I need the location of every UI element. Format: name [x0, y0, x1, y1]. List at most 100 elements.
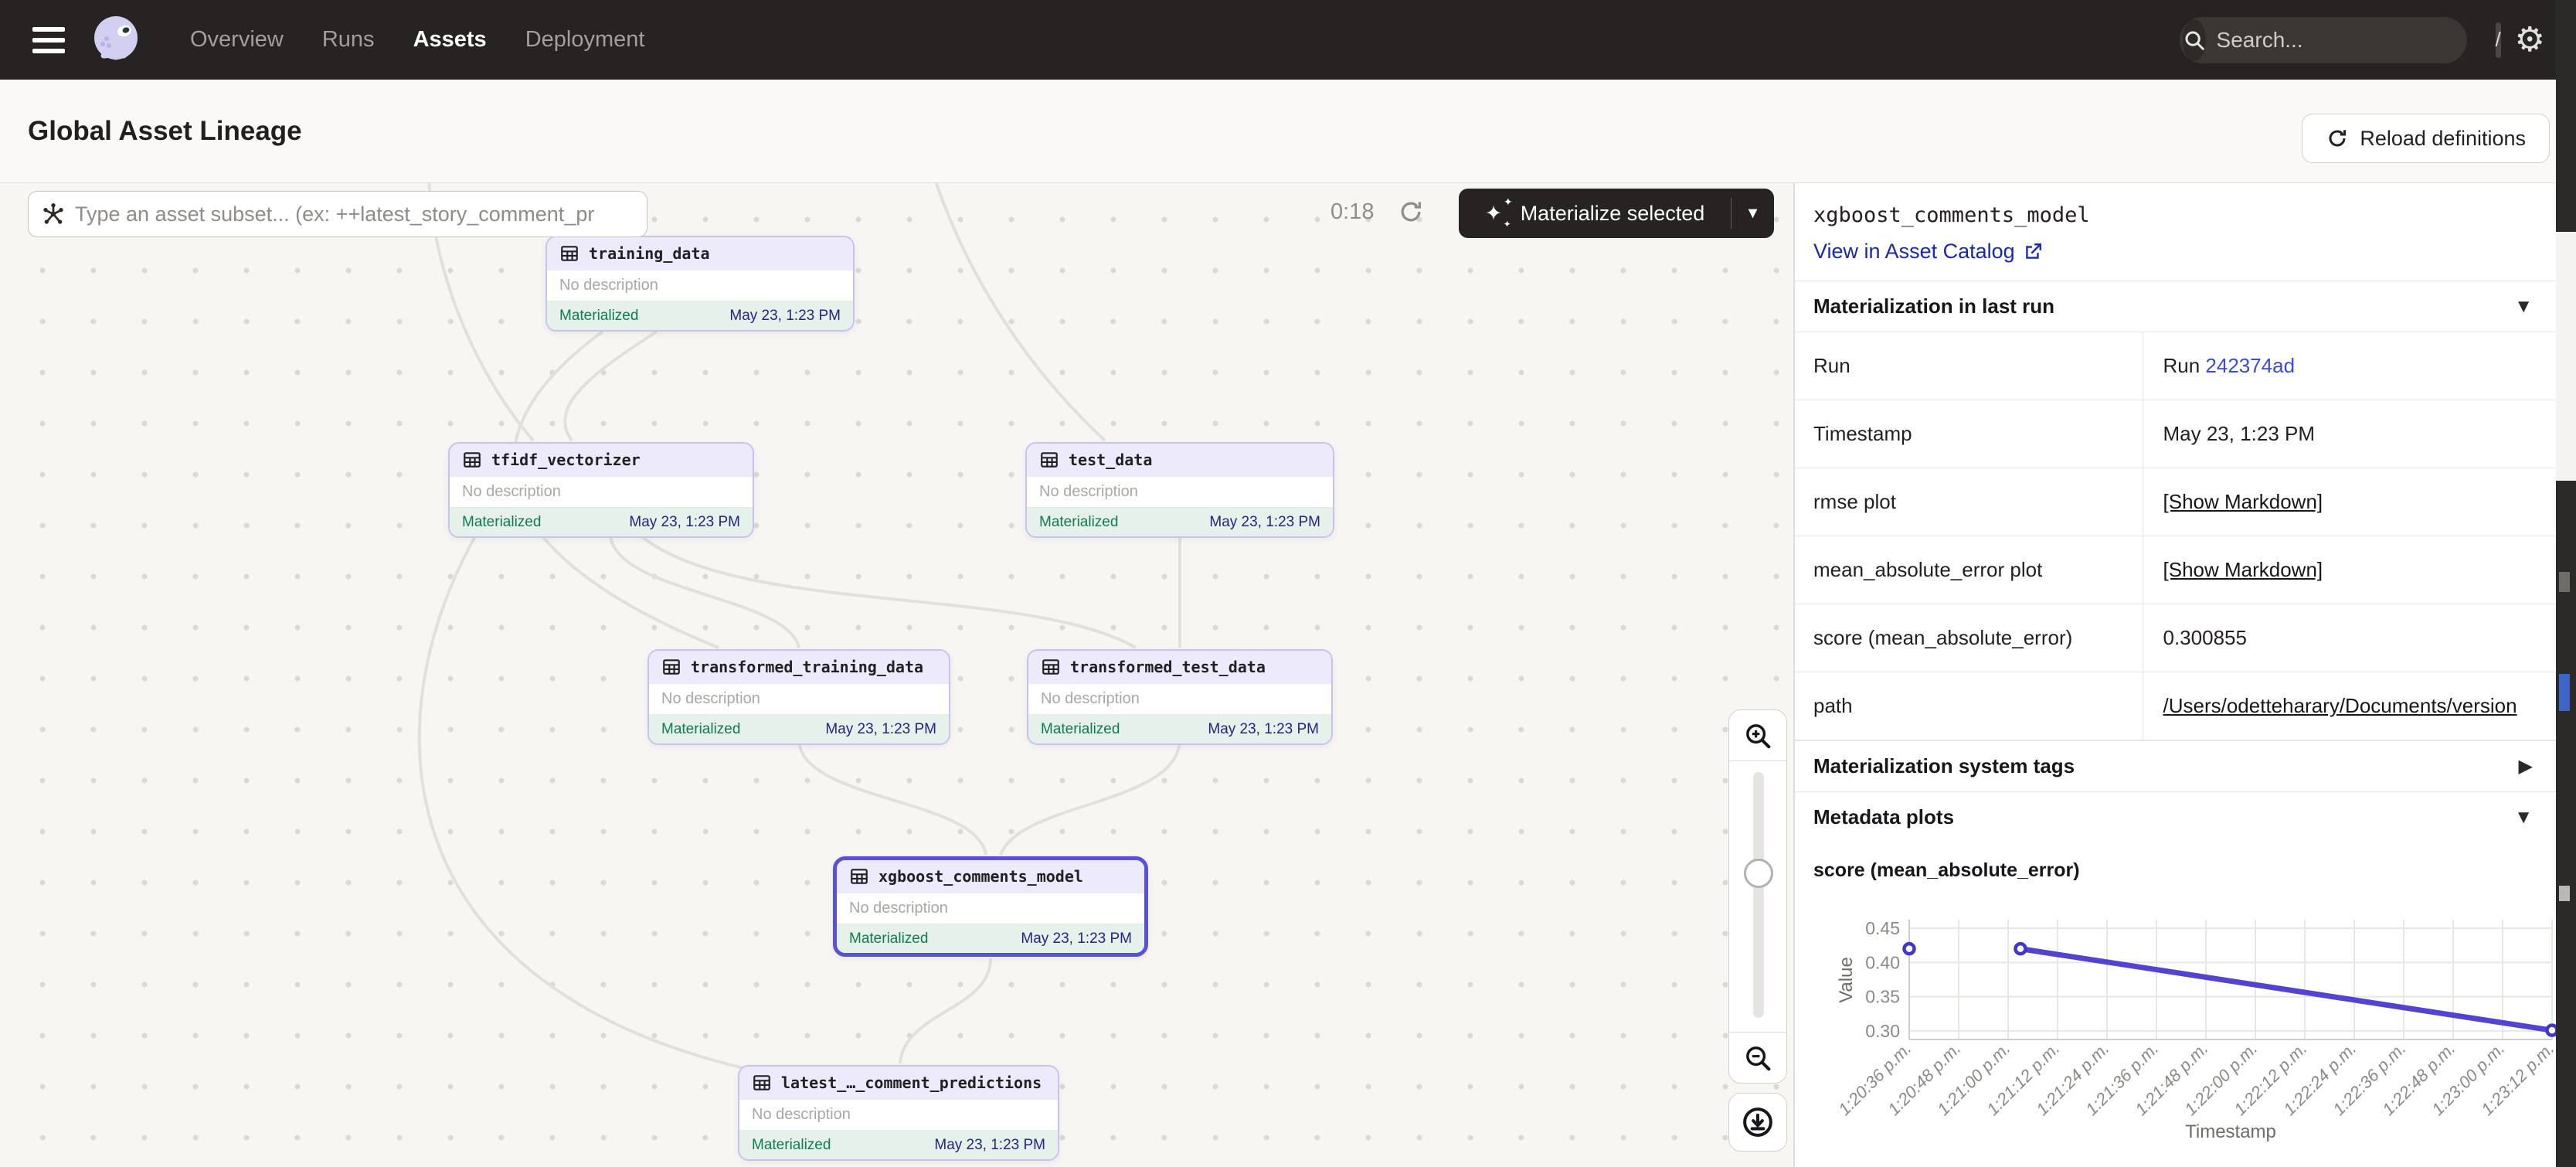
nav-link-assets[interactable]: Assets	[413, 27, 487, 53]
asset-node-timestamp: May 23, 1:23 PM	[1021, 931, 1132, 948]
asset-node-footer: Materialized May 23, 1:23 PM	[450, 507, 753, 536]
download-image-button[interactable]	[1728, 1093, 1787, 1152]
asset-node-description: No description	[649, 683, 949, 714]
asset-node-training-data[interactable]: training_data No description Materialize…	[545, 236, 855, 332]
table-icon	[661, 657, 681, 677]
search-shortcut-badge: /	[2496, 22, 2501, 58]
zoom-out-button[interactable]	[1729, 1032, 1786, 1083]
metadata-value: May 23, 1:23 PM	[2143, 400, 2556, 468]
zoom-slider-handle[interactable]	[1744, 859, 1773, 888]
zoom-controls	[1728, 709, 1787, 1084]
chevron-down-icon: ▼	[2514, 296, 2533, 318]
run-id-link[interactable]: 242374ad	[2205, 354, 2295, 377]
nav-right: / ⚙	[2180, 17, 2576, 63]
asset-node-name: xgboost_comments_model	[878, 867, 1083, 886]
asset-filter-input[interactable]	[75, 202, 634, 226]
materialize-selected-button[interactable]: ✦✦✦ Materialize selected ▼	[1459, 189, 1774, 238]
asset-node-header: training_data	[547, 237, 853, 270]
section-system-tags[interactable]: Materialization system tags ▶	[1795, 740, 2556, 791]
download-icon	[1741, 1105, 1775, 1139]
dagster-logo[interactable]	[90, 12, 145, 68]
zoom-slider-track[interactable]	[1753, 772, 1764, 1018]
asset-node-description: No description	[450, 476, 753, 507]
nav-link-deployment[interactable]: Deployment	[525, 27, 645, 53]
asset-node-name: latest_…_comment_predictions	[781, 1073, 1042, 1092]
svg-text:0.40: 0.40	[1865, 952, 1900, 972]
nav-link-runs[interactable]: Runs	[322, 27, 375, 53]
materialize-selected-main[interactable]: ✦✦✦ Materialize selected	[1459, 200, 1731, 226]
lineage-canvas[interactable]: training_data No description Materialize…	[0, 183, 1794, 1167]
reload-definitions-button[interactable]: Reload definitions	[2302, 114, 2550, 163]
materialize-dropdown-caret[interactable]: ▼	[1731, 198, 1774, 229]
asset-node-header: latest_…_comment_predictions	[739, 1067, 1058, 1099]
search-icon	[2183, 19, 2206, 61]
asset-node-name: transformed_test_data	[1070, 658, 1266, 676]
asset-node-timestamp: May 23, 1:23 PM	[934, 1137, 1045, 1154]
materialize-selected-label: Materialize selected	[1521, 202, 1705, 226]
asset-node-footer: Materialized May 23, 1:23 PM	[1027, 507, 1333, 536]
search-input[interactable]	[2206, 28, 2496, 53]
metadata-link[interactable]: [Show Markdown]	[2163, 490, 2323, 513]
asset-node-header: transformed_training_data	[649, 651, 949, 683]
asset-node-timestamp: May 23, 1:23 PM	[1208, 721, 1319, 738]
asset-node-status: Materialized	[559, 308, 638, 325]
asset-node-transformed-test-data[interactable]: transformed_test_data No description Mat…	[1027, 649, 1333, 745]
asset-node-name: transformed_training_data	[691, 658, 923, 676]
svg-text:Value: Value	[1836, 957, 1857, 1003]
table-icon	[1041, 657, 1061, 677]
table-icon	[462, 450, 482, 470]
metadata-value: 0.300855	[2143, 604, 2556, 672]
metadata-key: Run	[1795, 332, 2143, 400]
zoom-in-button[interactable]	[1729, 710, 1786, 761]
metadata-value: Run 242374ad	[2143, 332, 2556, 400]
metadata-plot: 1:20:36 p.m.1:20:48 p.m.1:21:00 p.m.1:21…	[1795, 890, 2556, 1167]
asset-node-status: Materialized	[1039, 514, 1118, 531]
metadata-link[interactable]: /Users/odetteharary/Documents/version	[2163, 694, 2517, 717]
table-row: rmse plot [Show Markdown]	[1795, 468, 2556, 536]
asset-node-description: No description	[837, 893, 1144, 924]
svg-text:0.45: 0.45	[1865, 918, 1900, 938]
asset-node-footer: Materialized May 23, 1:23 PM	[1028, 714, 1331, 743]
background-window-sliver	[2556, 0, 2576, 1167]
sparkles-icon: ✦✦✦	[1485, 200, 1511, 226]
asset-node-xgboost-comments-model[interactable]: xgboost_comments_model No description Ma…	[833, 856, 1148, 957]
top-nav: Overview Runs Assets Deployment / ⚙	[0, 0, 2576, 80]
asset-node-transformed-training-data[interactable]: transformed_training_data No description…	[647, 649, 950, 745]
refresh-timer: 0:18	[1330, 199, 1374, 225]
section-metadata-plots[interactable]: Metadata plots ▼	[1795, 791, 2556, 842]
refresh-graph-icon[interactable]	[1397, 198, 1425, 226]
title-bar: Global Asset Lineage Reload definitions	[0, 80, 2576, 183]
table-row: path /Users/odetteharary/Documents/versi…	[1795, 672, 2556, 740]
asset-node-name: training_data	[589, 244, 710, 263]
asset-node-status: Materialized	[661, 721, 740, 738]
asset-node-description: No description	[739, 1099, 1058, 1130]
metadata-key: Timestamp	[1795, 400, 2143, 468]
section-materialization-last-run[interactable]: Materialization in last run ▼	[1795, 281, 2556, 332]
metadata-key: score (mean_absolute_error)	[1795, 604, 2143, 672]
asset-node-tfidf-vectorizer[interactable]: tfidf_vectorizer No description Material…	[448, 442, 754, 538]
panel-asset-title: xgboost_comments_model	[1813, 203, 2556, 227]
asset-node-timestamp: May 23, 1:23 PM	[825, 721, 936, 738]
asset-node-latest-comment-predictions[interactable]: latest_…_comment_predictions No descript…	[738, 1065, 1059, 1161]
asset-node-timestamp: May 23, 1:23 PM	[1209, 514, 1320, 531]
asset-node-test-data[interactable]: test_data No description Materialized Ma…	[1025, 442, 1334, 538]
asset-node-header: xgboost_comments_model	[837, 860, 1144, 893]
table-row: mean_absolute_error plot [Show Markdown]	[1795, 536, 2556, 604]
hamburger-menu-icon[interactable]	[32, 21, 65, 60]
page-title: Global Asset Lineage	[28, 116, 302, 147]
reload-definitions-label: Reload definitions	[2360, 127, 2526, 151]
asset-node-header: test_data	[1027, 444, 1333, 476]
metadata-link[interactable]: [Show Markdown]	[2163, 558, 2323, 581]
section-metadata-plots-label: Metadata plots	[1813, 805, 1954, 829]
settings-gear-icon[interactable]: ⚙	[2515, 23, 2545, 57]
search-box[interactable]: /	[2180, 17, 2467, 63]
chart-caption: score (mean_absolute_error)	[1813, 859, 2556, 882]
asset-node-header: tfidf_vectorizer	[450, 444, 753, 476]
svg-text:Timestamp: Timestamp	[2185, 1121, 2276, 1142]
section-last-run-label: Materialization in last run	[1813, 294, 2054, 318]
nav-link-overview[interactable]: Overview	[190, 27, 284, 53]
metadata-table: Run Run 242374ad Timestamp May 23, 1:23 …	[1795, 332, 2556, 740]
metadata-key: rmse plot	[1795, 468, 2143, 536]
refresh-icon	[2326, 127, 2349, 150]
view-in-asset-catalog-link[interactable]: View in Asset Catalog	[1813, 240, 2556, 264]
